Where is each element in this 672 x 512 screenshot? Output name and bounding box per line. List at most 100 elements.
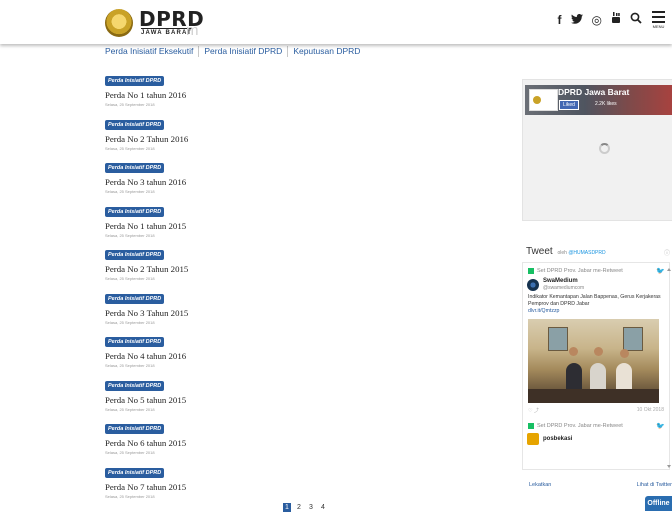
tab-perda-inisiatif-eksekutif[interactable]: Perda Inisiatif Eksekutif xyxy=(105,46,200,57)
item-title[interactable]: Perda No 7 tahun 2015 xyxy=(105,482,405,493)
menu-label: MENU xyxy=(652,24,665,29)
twitter-timeline-widget: Tweet oleh @HUMASDPRD ⓘ Set DPRD Prov. J… xyxy=(522,246,672,490)
item-title[interactable]: Perda No 5 tahun 2015 xyxy=(105,395,405,406)
author-name[interactable]: SwaMedium xyxy=(543,278,584,285)
scroll-up-arrow-icon[interactable] xyxy=(667,268,671,271)
facebook-like-button[interactable]: Liked xyxy=(559,100,579,110)
twitter-icon[interactable] xyxy=(570,11,583,29)
menu-icon xyxy=(652,11,665,23)
facebook-page-thumbnail[interactable] xyxy=(529,89,558,111)
header-icons: f ◎ MENU xyxy=(558,11,665,29)
twitter-widget-footer: Lekatkan Lihat di Twitter xyxy=(529,482,672,488)
embed-link[interactable]: Lekatkan xyxy=(529,482,551,488)
view-on-twitter-link[interactable]: Lihat di Twitter xyxy=(637,482,672,488)
search-icon[interactable] xyxy=(630,11,642,29)
photo-person-head xyxy=(620,349,629,358)
list-item: Perda Inisiatif DPRD Perda No 7 tahun 20… xyxy=(105,461,405,505)
tweet-body: Indikator Kemantapan Jalan Bappenas, Ger… xyxy=(528,294,661,307)
offline-chat-button[interactable]: Offline xyxy=(645,496,672,511)
item-date: Selasa, 25 September 2018 xyxy=(105,276,155,281)
category-badge[interactable]: Perda Inisiatif DPRD xyxy=(105,250,165,260)
category-badge[interactable]: Perda Inisiatif DPRD xyxy=(105,163,165,173)
item-title[interactable]: Perda No 6 tahun 2015 xyxy=(105,438,405,449)
twitter-widget-header: Tweet oleh @HUMASDPRD xyxy=(526,246,606,257)
list-item: Perda Inisiatif DPRD Perda No 1 tahun 20… xyxy=(105,200,405,244)
category-badge[interactable]: Perda Inisiatif DPRD xyxy=(105,76,165,86)
twitter-by: oleh xyxy=(557,250,567,256)
youtube-icon[interactable] xyxy=(611,11,621,29)
item-date: Selasa, 25 September 2018 xyxy=(105,189,155,194)
author-handle[interactable]: @swamediumcom xyxy=(543,285,584,291)
list-item: Perda Inisiatif DPRD Perda No 5 tahun 20… xyxy=(105,374,405,418)
dprd-logo[interactable] xyxy=(105,9,133,37)
brand-ghost-text: m xyxy=(186,22,199,39)
item-date: Selasa, 25 September 2018 xyxy=(105,363,155,368)
item-date: Selasa, 25 September 2018 xyxy=(105,145,155,151)
category-badge[interactable]: Perda Inisiatif DPRD xyxy=(105,293,165,304)
item-title[interactable]: Perda No 2 Tahun 2016 xyxy=(105,134,405,145)
tweet-link[interactable]: dlvr.it/Qmtzzp xyxy=(528,308,559,314)
brand-subtitle: JAWA BARAT xyxy=(141,28,192,36)
category-badge[interactable]: Perda Inisiatif DPRD xyxy=(105,206,165,217)
menu-button[interactable]: MENU xyxy=(652,11,665,29)
loading-spinner-icon xyxy=(599,143,610,154)
category-badge[interactable]: Perda Inisiatif DPRD xyxy=(105,424,165,434)
list-item: Perda Inisiatif DPRD Perda No 3 tahun 20… xyxy=(105,156,405,200)
facebook-page-name[interactable]: DPRD Jawa Barat xyxy=(558,87,629,97)
tab-perda-inisiatif-dprd[interactable]: Perda Inisiatif DPRD xyxy=(204,46,289,57)
retweet-label[interactable]: Set DPRD Prov. Jabar me-Retweet xyxy=(537,268,623,274)
author-name[interactable]: posbekasi xyxy=(543,436,572,443)
list-item: Perda Inisiatif DPRD Perda No 6 tahun 20… xyxy=(105,417,405,461)
instagram-icon[interactable]: ◎ xyxy=(592,11,602,29)
item-date: Selasa, 25 September 2018 xyxy=(105,102,155,107)
category-tabs: Perda Inisiatif Eksekutif Perda Inisiati… xyxy=(105,46,370,57)
category-badge[interactable]: Perda Inisiatif DPRD xyxy=(105,467,165,478)
item-date: Selasa, 25 September 2018 xyxy=(105,319,155,325)
avatar[interactable] xyxy=(527,433,539,445)
category-badge[interactable]: Perda Inisiatif DPRD xyxy=(105,119,165,130)
dprd-logo-small xyxy=(533,96,541,104)
item-title[interactable]: Perda No 3 tahun 2016 xyxy=(105,177,405,188)
facebook-icon[interactable]: f xyxy=(558,11,562,29)
category-badge[interactable]: Perda Inisiatif DPRD xyxy=(105,380,165,391)
photo-window xyxy=(623,327,643,351)
item-title[interactable]: Perda No 1 tahun 2016 xyxy=(105,90,405,101)
retweet-icon xyxy=(528,423,534,429)
item-title[interactable]: Perda No 2 Tahun 2015 xyxy=(105,264,405,275)
info-icon[interactable]: ⓘ xyxy=(664,248,670,257)
twitter-heading: Tweet xyxy=(526,246,553,257)
tab-keputusan-dprd[interactable]: Keputusan DPRD xyxy=(293,46,365,57)
perda-list: Perda Inisiatif DPRD Perda No 1 tahun 20… xyxy=(105,69,405,504)
tweet-author[interactable]: SwaMedium @swamediumcom xyxy=(523,275,669,294)
facebook-cover[interactable]: DPRD Jawa Barat Liked 2.2K likes xyxy=(525,85,672,115)
photo-person-head xyxy=(594,347,603,356)
twitter-handle-link[interactable]: @HUMASDPRD xyxy=(568,250,605,256)
tweet-author[interactable]: posbekasi xyxy=(523,430,669,448)
item-date: Selasa, 25 September 2018 xyxy=(105,493,155,499)
photo-window xyxy=(548,327,568,351)
item-title[interactable]: Perda No 1 tahun 2015 xyxy=(105,221,405,232)
item-date: Selasa, 25 September 2018 xyxy=(105,406,155,412)
list-item: Perda Inisiatif DPRD Perda No 4 tahun 20… xyxy=(105,330,405,374)
category-badge[interactable]: Perda Inisiatif DPRD xyxy=(105,337,165,347)
twitter-bird-icon[interactable]: 🐦 xyxy=(656,422,665,430)
item-date: Selasa, 25 September 2018 xyxy=(105,232,155,238)
facebook-like-count: 2.2K likes xyxy=(595,101,617,107)
list-item: Perda Inisiatif DPRD Perda No 2 Tahun 20… xyxy=(105,113,405,157)
facebook-page-widget: DPRD Jawa Barat Liked 2.2K likes xyxy=(522,79,672,221)
retweet-label[interactable]: Set DPRD Prov. Jabar me-Retweet xyxy=(537,423,623,429)
avatar[interactable] xyxy=(527,278,539,291)
item-date: Selasa, 25 September 2018 xyxy=(105,450,155,455)
feed-scrollbar[interactable] xyxy=(667,268,671,468)
tweet-date[interactable]: 10 Okt 2018 xyxy=(637,407,664,414)
item-title[interactable]: Perda No 3 Tahun 2015 xyxy=(105,308,405,319)
retweet-icon xyxy=(528,268,534,274)
tweet-photo[interactable] xyxy=(528,319,659,403)
twitter-bird-icon[interactable]: 🐦 xyxy=(656,267,665,275)
list-item: Perda Inisiatif DPRD Perda No 1 tahun 20… xyxy=(105,69,405,113)
tweet-actions[interactable]: ♡ ⤴ xyxy=(528,407,539,414)
tweet-text: Indikator Kemantapan Jalan Bappenas, Ger… xyxy=(523,294,669,315)
scroll-down-arrow-icon[interactable] xyxy=(667,465,671,468)
item-title[interactable]: Perda No 4 tahun 2016 xyxy=(105,351,405,362)
photo-person-head xyxy=(569,347,578,356)
